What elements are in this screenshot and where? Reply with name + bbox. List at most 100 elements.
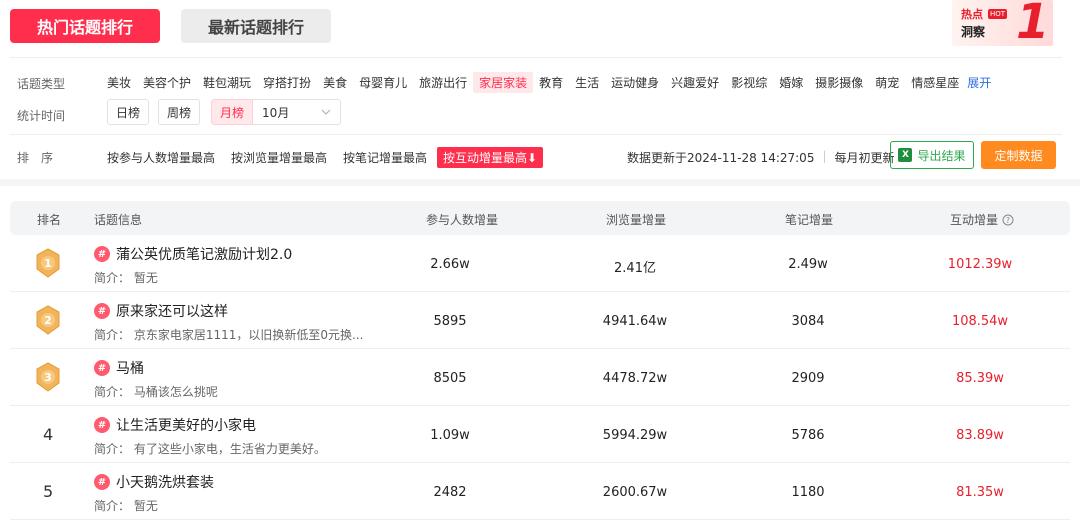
period-daily-button[interactable]: 日榜	[107, 99, 150, 125]
topic-type-chip[interactable]: 美容个护	[137, 72, 197, 93]
hot-insight-banner[interactable]: 热点 HOT 洞察 1	[952, 0, 1053, 46]
topic-description: 简介： 暂无	[94, 271, 158, 285]
help-icon[interactable]: ?	[1002, 214, 1014, 226]
topic-title[interactable]: # 原来家还可以这样	[94, 301, 228, 321]
topic-type-chip[interactable]: 鞋包潮玩	[197, 72, 257, 93]
participants-value: 5895	[433, 314, 467, 329]
topic-type-chip[interactable]: 情感星座	[905, 72, 965, 93]
hashtag-icon: #	[94, 303, 110, 319]
banner-number: 1	[1016, 0, 1050, 46]
interactions-value: 85.39w	[956, 371, 1004, 386]
topic-title[interactable]: # 让生活更美好的小家电	[94, 415, 256, 435]
hashtag-icon: #	[94, 246, 110, 262]
period-monthly-button[interactable]: 月榜	[211, 99, 254, 125]
update-time: 数据更新于2024-11-28 14:27:05	[627, 151, 815, 165]
topic-type-chip[interactable]: 教育	[533, 72, 569, 93]
banner-title: 热点	[961, 8, 983, 21]
topic-type-chip[interactable]: 影视综	[725, 72, 773, 93]
export-button[interactable]: X 导出结果	[890, 141, 974, 169]
notes-value: 2.49w	[788, 257, 828, 272]
banner-subtitle: 洞察	[961, 25, 986, 39]
participants-value: 2482	[433, 485, 467, 500]
interactions-value: 1012.39w	[947, 257, 1013, 272]
chevron-down-icon	[321, 109, 331, 115]
topic-title-text: 让生活更美好的小家电	[116, 418, 256, 434]
topic-description: 简介： 马桶该怎么挑呢	[94, 385, 218, 399]
topic-type-chip[interactable]: 婚嫁	[773, 72, 809, 93]
table-row[interactable]: 5 # 小天鹅洗烘套装 简介： 暂无 2482 2600.67w 1180 81…	[10, 463, 1070, 520]
header-interactions: 互动增量 ?	[950, 211, 1014, 228]
header-interactions-label: 互动增量	[950, 213, 999, 227]
rank-number: 2	[44, 314, 52, 327]
topic-type-chip[interactable]: 摄影摄像	[809, 72, 869, 93]
sort-option[interactable]: 按互动增量最高⬇	[437, 147, 544, 168]
notes-value: 5786	[791, 428, 825, 443]
topic-type-filters: 美妆 美容个护 鞋包潮玩 穿搭打扮 美食 母婴育儿 旅游出行 家居家装 教育 生活 运动健身 兴趣爱好…	[101, 72, 991, 93]
period-selector: 日榜 周榜 月榜 10月	[107, 99, 342, 125]
sort-option[interactable]: 按参与人数增量最高	[101, 147, 221, 168]
topic-type-chip[interactable]: 运动健身	[605, 72, 665, 93]
topic-type-chip[interactable]: 兴趣爱好	[665, 72, 725, 93]
sort-options: 按参与人数增量最高 按浏览量增量最高 按笔记增量最高 按互动增量最高⬇	[101, 147, 547, 168]
sort-option[interactable]: 按浏览量增量最高	[225, 147, 333, 168]
rank-number: 5	[43, 482, 54, 501]
tab-latest-topics[interactable]: 最新话题排行	[181, 9, 331, 43]
rank-medal-icon: 3	[36, 362, 60, 392]
participants-value: 8505	[433, 371, 467, 386]
notes-value: 1180	[791, 485, 825, 500]
header-views: 浏览量增量	[606, 213, 667, 227]
period-weekly-button[interactable]: 周榜	[158, 99, 201, 125]
custom-data-button[interactable]: 定制数据	[981, 141, 1056, 169]
header-notes: 笔记增量	[785, 213, 834, 227]
views-value: 2600.67w	[602, 485, 668, 500]
interactions-value: 108.54w	[951, 314, 1009, 329]
views-value: 4941.64w	[602, 314, 668, 329]
views-value: 5994.29w	[602, 428, 668, 443]
topic-type-chip[interactable]: 生活	[569, 72, 605, 93]
topic-type-chip[interactable]: 旅游出行	[413, 72, 473, 93]
svg-text:?: ?	[1006, 216, 1010, 225]
topic-description: 简介： 有了这些小家电，生活省力更美好。	[94, 442, 326, 456]
hashtag-icon: #	[94, 474, 110, 490]
topic-type-chip[interactable]: 母婴育儿	[353, 72, 413, 93]
month-selector: 月榜 10月	[211, 99, 342, 125]
interactions-value: 81.35w	[956, 485, 1004, 500]
table-row[interactable]: 2 # 原来家还可以这样 简介： 京东家电家居1111，以旧换新低至0元换...…	[10, 292, 1070, 349]
topic-description: 简介： 京东家电家居1111，以旧换新低至0元换...	[94, 328, 364, 342]
topic-type-chip[interactable]: 穿搭打扮	[257, 72, 317, 93]
topic-type-chip[interactable]: 美妆	[101, 72, 137, 93]
interactions-value: 83.89w	[956, 428, 1004, 443]
excel-icon: X	[898, 148, 913, 162]
rank-number: 3	[44, 371, 52, 384]
month-dropdown[interactable]: 10月	[253, 99, 342, 125]
notes-value: 3084	[791, 314, 825, 329]
participants-value: 1.09w	[430, 428, 470, 443]
topic-title[interactable]: # 蒲公英优质笔记激励计划2.0	[94, 244, 292, 264]
rank-medal-icon: 2	[36, 305, 60, 335]
hashtag-icon: #	[94, 360, 110, 376]
update-info: 数据更新于2024-11-28 14:27:05 | 每月初更新	[627, 149, 895, 166]
topic-title-text: 蒲公英优质笔记激励计划2.0	[116, 247, 293, 263]
expand-link[interactable]: 展开	[967, 74, 991, 91]
header-participants: 参与人数增量	[426, 213, 499, 227]
topic-type-chip[interactable]: 家居家装	[473, 72, 534, 93]
topic-type-label: 话题类型	[17, 77, 66, 91]
topic-title[interactable]: # 小天鹅洗烘套装	[94, 472, 214, 492]
views-value: 2.41亿	[614, 261, 656, 276]
topic-title[interactable]: # 马桶	[94, 358, 144, 378]
rank-number: 4	[43, 425, 54, 444]
table-row[interactable]: 3 # 马桶 简介： 马桶该怎么挑呢 8505 4478.72w 2909 85…	[10, 349, 1070, 406]
hot-badge: HOT	[988, 9, 1008, 19]
table-row[interactable]: 1 # 蒲公英优质笔记激励计划2.0 简介： 暂无 2.66w 2.41亿 2.…	[10, 235, 1070, 292]
topic-type-chip[interactable]: 美食	[317, 72, 353, 93]
ranking-tabs: 热门话题排行 最新话题排行	[10, 9, 331, 43]
rank-number: 1	[44, 257, 52, 270]
sort-option[interactable]: 按笔记增量最高	[337, 147, 433, 168]
topic-type-chip[interactable]: 萌宠	[869, 72, 905, 93]
topic-title-text: 马桶	[116, 361, 144, 377]
notes-value: 2909	[791, 371, 825, 386]
table-header: 排名 话题信息 参与人数增量 浏览量增量 笔记增量 互动增量 ?	[10, 201, 1070, 235]
table-row[interactable]: 4 # 让生活更美好的小家电 简介： 有了这些小家电，生活省力更美好。 1.09…	[10, 406, 1070, 463]
tab-hot-topics[interactable]: 热门话题排行	[10, 9, 160, 43]
header-topic: 话题信息	[94, 213, 143, 227]
